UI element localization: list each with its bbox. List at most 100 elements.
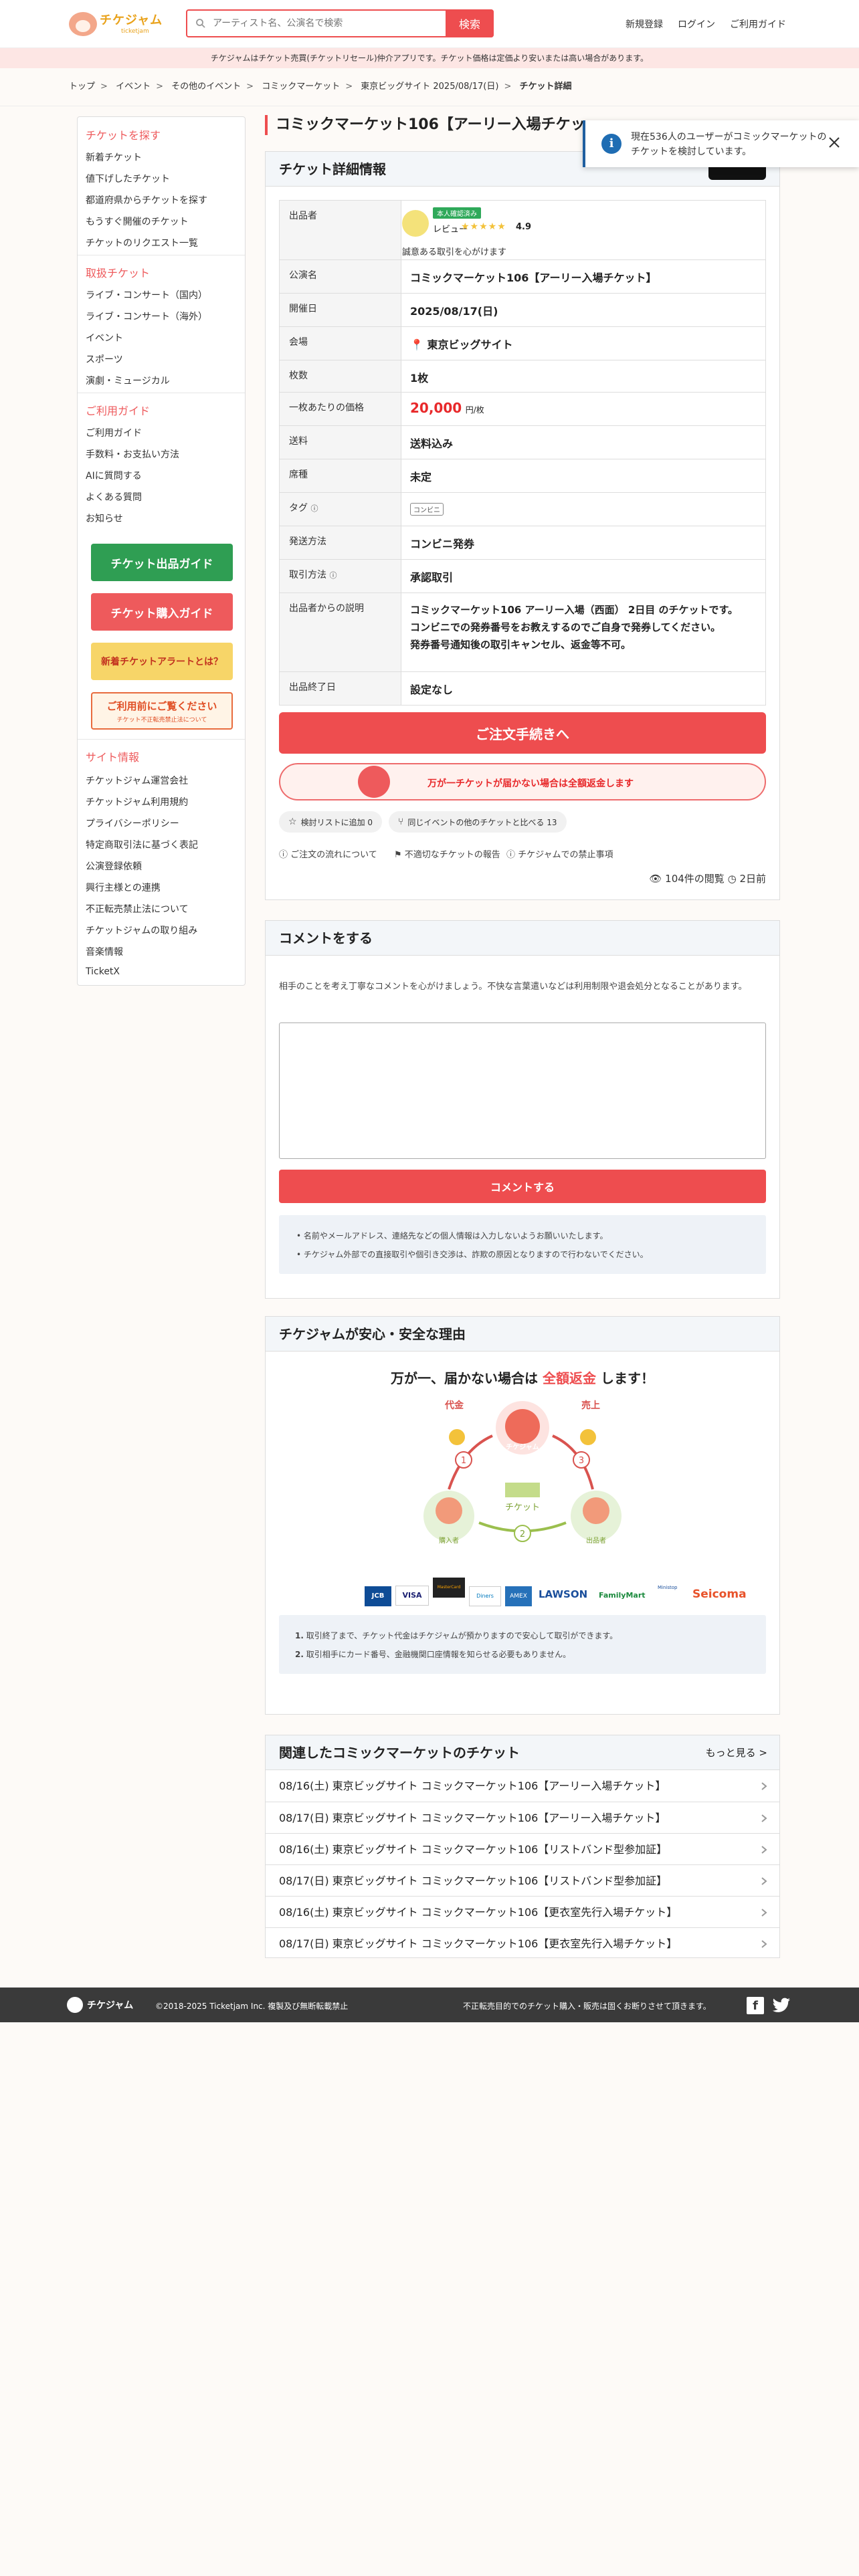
price-amount: 20,000 bbox=[410, 400, 462, 416]
sidebar-item-terms[interactable]: チケットジャム利用規約 bbox=[86, 795, 188, 809]
sidebar-item-initiatives[interactable]: チケットジャムの取り組み bbox=[86, 924, 197, 937]
guide-link[interactable]: ご利用ガイド bbox=[730, 17, 786, 31]
prohibited-link[interactable]: ⓘ チケジャムでの禁止事項 bbox=[506, 847, 613, 860]
banner-label: ご利用前にご覧ください bbox=[106, 700, 217, 712]
detail-row: 枚数 1枚 bbox=[280, 360, 765, 392]
sidebar-item-live-domestic[interactable]: ライブ・コンサート（国内） bbox=[86, 288, 207, 302]
sell-guide-banner[interactable]: チケット出品ガイド bbox=[91, 544, 233, 581]
related-item[interactable]: 08/16(土) 東京ビッグサイト コミックマーケット106【更衣室先行入場チケ… bbox=[266, 1896, 779, 1927]
close-icon[interactable] bbox=[827, 135, 842, 150]
row-label: 席種 bbox=[280, 459, 401, 492]
sidebar-item-company[interactable]: チケットジャム運営会社 bbox=[86, 774, 188, 787]
sidebar-item-news[interactable]: お知らせ bbox=[86, 512, 123, 525]
comment-textarea[interactable] bbox=[279, 1023, 766, 1159]
comment-submit-button[interactable]: コメントする bbox=[279, 1170, 766, 1203]
wishlist-button[interactable]: ☆ 検討リストに追加 0 bbox=[279, 811, 383, 833]
breadcrumb-current: チケット詳細 bbox=[519, 82, 572, 92]
ticket-detail-card: チケット詳細情報 出品者 本人確認済み レビュー ★★★★★ 4.9 誠意ある取… bbox=[265, 151, 780, 900]
chevron-right-icon bbox=[761, 1782, 767, 1790]
buy-guide-banner[interactable]: チケット購入ガイド bbox=[91, 593, 233, 631]
related-tickets-card: 関連したコミックマーケットのチケット もっと見る > 08/16(土) 東京ビッ… bbox=[265, 1735, 780, 1958]
row-label: 一枚あたりの価格 bbox=[280, 393, 401, 425]
detail-row: 席種 未定 bbox=[280, 459, 765, 492]
sidebar-item-anti-resale[interactable]: 不正転売禁止法について bbox=[86, 902, 189, 916]
sidebar-item-ticketx[interactable]: TicketX bbox=[86, 966, 120, 977]
sidebar-item-prefecture[interactable]: 都道府県からチケットを探す bbox=[86, 193, 207, 207]
twitter-icon[interactable] bbox=[772, 1998, 791, 2014]
related-item[interactable]: 08/17(日) 東京ビッグサイト コミックマーケット106【更衣室先行入場チケ… bbox=[266, 1927, 779, 1959]
breadcrumb-top[interactable]: トップ bbox=[69, 82, 95, 92]
sidebar-item-event-request[interactable]: 公演登録依頼 bbox=[86, 859, 142, 873]
venue-link[interactable]: 📍 東京ビッグサイト bbox=[410, 336, 759, 352]
seller-row: 出品者 本人確認済み レビュー ★★★★★ 4.9 誠意ある取引を心がけます bbox=[280, 201, 765, 259]
verified-badge: 本人確認済み bbox=[433, 207, 481, 219]
site-footer: チケジャム ©2018-2025 Ticketjam Inc. 複製及び無断転載… bbox=[0, 1988, 859, 2022]
search-input[interactable] bbox=[213, 15, 413, 32]
ticket-alert-banner[interactable]: 新着チケットアラートとは？ bbox=[91, 643, 233, 680]
sidebar-item-guide[interactable]: ご利用ガイド bbox=[86, 426, 142, 439]
sidebar-item-new[interactable]: 新着チケット bbox=[86, 150, 142, 164]
breadcrumb-comic-market[interactable]: コミックマーケット bbox=[262, 82, 340, 92]
info-icon[interactable]: ⓘ bbox=[310, 504, 318, 513]
sidebar-item-privacy[interactable]: プライバシーポリシー bbox=[86, 817, 179, 830]
related-item-text: 08/17(日) 東京ビッグサイト コミックマーケット106【更衣室先行入場チケ… bbox=[279, 1937, 678, 1950]
sidebar-item-price-down[interactable]: 値下げしたチケット bbox=[86, 172, 170, 185]
flow-label-seller: 出品者 bbox=[586, 1537, 606, 1545]
login-link[interactable]: ログイン bbox=[678, 17, 715, 31]
breadcrumb-event[interactable]: イベント bbox=[116, 82, 151, 92]
chevron-right-icon bbox=[761, 1846, 767, 1854]
report-link[interactable]: ⚑ 不適切なチケットの報告 bbox=[394, 847, 500, 860]
row-label: 発送方法 bbox=[280, 526, 401, 559]
footer-logo-icon bbox=[67, 1997, 83, 2013]
sidebar-item-sports[interactable]: スポーツ bbox=[86, 352, 123, 366]
compare-button[interactable]: ⑂ 同じイベントの他のチケットと比べる 13 bbox=[389, 811, 567, 833]
seat-type-value: 未定 bbox=[410, 471, 432, 484]
sidebar-item-live-overseas[interactable]: ライブ・コンサート（海外） bbox=[86, 310, 207, 323]
order-button[interactable]: ご注文手続きへ bbox=[279, 712, 766, 754]
related-item[interactable]: 08/17(日) 東京ビッグサイト コミックマーケット106【アーリー入場チケッ… bbox=[266, 1802, 779, 1833]
sidebar-item-ai[interactable]: AIに質問する bbox=[86, 469, 142, 482]
more-link[interactable]: もっと見る > bbox=[706, 1735, 767, 1770]
related-item[interactable]: 08/16(土) 東京ビッグサイト コミックマーケット106【アーリー入場チケッ… bbox=[266, 1770, 779, 1802]
related-item[interactable]: 08/16(土) 東京ビッグサイト コミックマーケット106【リストバンド型参加… bbox=[266, 1833, 779, 1864]
flow-label-buyer: 購入者 bbox=[439, 1537, 459, 1545]
banner-label: チケット出品ガイド bbox=[110, 557, 213, 571]
sidebar-item-requests[interactable]: チケットのリクエスト一覧 bbox=[86, 236, 198, 249]
signup-link[interactable]: 新規登録 bbox=[626, 17, 663, 31]
note-text: 取引終了まで、チケット代金はチケジャムが預かりますので安心して取引ができます。 bbox=[306, 1631, 618, 1640]
banner-sublabel: チケット不正転売禁止法について bbox=[116, 716, 207, 724]
row-label: 開催日 bbox=[280, 294, 401, 326]
tag-badge[interactable]: コンビニ bbox=[410, 503, 444, 516]
sidebar-item-music[interactable]: 音楽情報 bbox=[86, 945, 123, 958]
search-button[interactable]: 検索 bbox=[446, 9, 494, 37]
event-date-link[interactable]: 2025/08/17(日) bbox=[410, 302, 759, 318]
site-logo[interactable]: チケジャム ticketjam bbox=[69, 8, 176, 40]
breadcrumb-other-events[interactable]: その他のイベント bbox=[171, 82, 241, 92]
heading-text: 関連したコミックマーケットのチケット bbox=[279, 1745, 520, 1761]
facebook-icon[interactable]: f bbox=[747, 1997, 764, 2014]
sidebar-item-commerce-law[interactable]: 特定商取引法に基づく表記 bbox=[86, 838, 198, 851]
sidebar-divider bbox=[78, 739, 245, 740]
sidebar-item-faq[interactable]: よくある質問 bbox=[86, 490, 142, 504]
comment-heading: コメントをする bbox=[266, 921, 779, 956]
ministop-logo: Ministop bbox=[658, 1585, 678, 1590]
event-name-link[interactable]: コミックマーケット106【アーリー入場チケット】 bbox=[410, 269, 759, 285]
shipping-value: 送料込み bbox=[410, 437, 454, 450]
sidebar-item-theater[interactable]: 演劇・ミュージカル bbox=[86, 374, 170, 387]
footer-logo[interactable]: チケジャム bbox=[87, 1998, 133, 2012]
related-item[interactable]: 08/17(日) 東京ビッグサイト コミックマーケット106【リストバンド型参加… bbox=[266, 1864, 779, 1896]
sidebar-item-event[interactable]: イベント bbox=[86, 331, 123, 344]
before-use-banner[interactable]: ご利用前にご覧ください チケット不正転売禁止法について bbox=[91, 692, 233, 730]
order-flow-link[interactable]: ⓘ ご注文の流れについて bbox=[279, 847, 377, 860]
svg-text:3: 3 bbox=[579, 1456, 584, 1466]
info-icon[interactable]: ⓘ bbox=[329, 571, 337, 580]
sidebar-item-promoters[interactable]: 興行主様との連携 bbox=[86, 881, 161, 894]
breadcrumb-venue-date[interactable]: 東京ビッグサイト 2025/08/17(日) bbox=[361, 82, 498, 92]
sidebar: チケットを探す 新着チケット 値下げしたチケット 都道府県からチケットを探す も… bbox=[77, 116, 246, 986]
seicoma-logo: Seicoma bbox=[692, 1588, 747, 1601]
sidebar-item-upcoming[interactable]: もうすぐ開催のチケット bbox=[86, 215, 189, 228]
row-label: 公演名 bbox=[280, 260, 401, 293]
note-item: 2. 取引相手にカード番号、金融機関口座情報を知らせる必要もありません。 bbox=[295, 1650, 571, 1659]
refund-guarantee-banner[interactable]: 万が一チケットが届かない場合は全額返金します bbox=[279, 763, 766, 800]
sidebar-item-fees[interactable]: 手数料・お支払い方法 bbox=[86, 447, 179, 461]
